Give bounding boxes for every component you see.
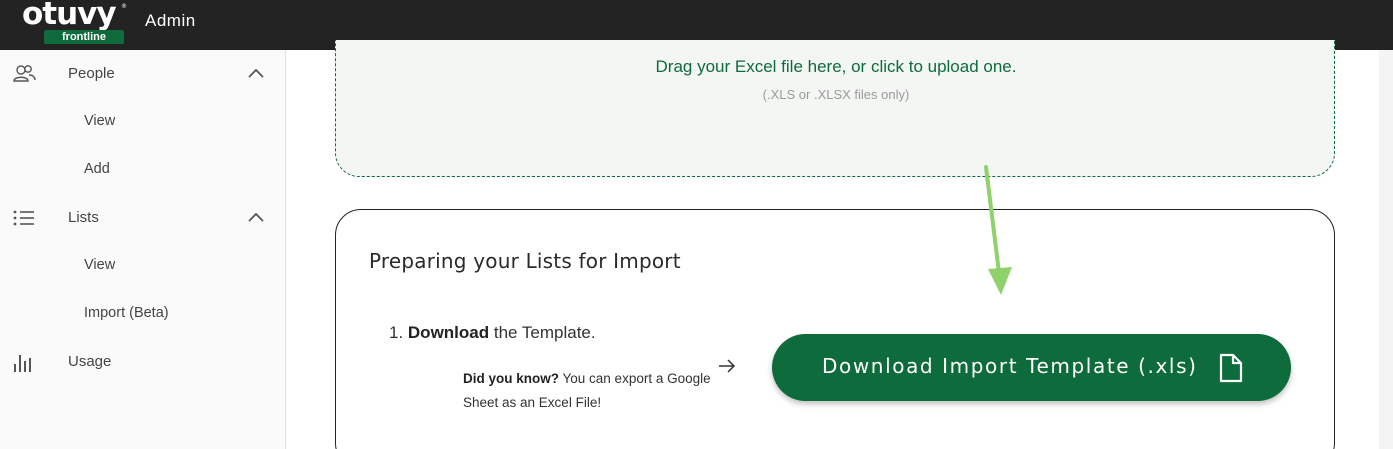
logo-wordmark: otuvy [22,0,117,32]
vertical-scrollbar[interactable] [1379,50,1393,449]
annotation-arrow-icon [984,165,1012,295]
logo-subtitle: frontline [44,30,124,44]
sidebar-item-lists-import[interactable]: Import (Beta) [0,290,285,338]
sidebar-item-usage[interactable]: Usage [0,338,285,386]
otuvy-logo[interactable]: otuvy ® frontline [22,0,127,48]
sidebar-item-lists[interactable]: Lists [0,194,285,242]
sidebar-item-label: Import (Beta) [84,305,169,321]
logo-registered-mark: ® [121,3,127,10]
tip-text: Did you know? You can export a Google Sh… [463,367,713,415]
dropzone-file-types-hint: (.XLS or .XLSX files only) [762,87,910,102]
step-rest: the Template. [489,323,596,342]
bar-chart-icon [14,355,31,372]
list-icon [13,210,34,226]
file-upload-dropzone[interactable]: Drag your Excel file here, or click to u… [335,40,1335,177]
people-icon [13,65,36,82]
sidebar-item-label: View [84,113,116,129]
arrow-right-icon [719,359,736,373]
app-title: Admin [145,11,196,30]
sidebar: People View Add Lists View Import (Beta) [0,50,286,449]
sidebar-item-people-add[interactable]: Add [0,146,285,194]
sidebar-item-label: People [68,65,115,82]
step-number: 1. [389,323,408,342]
tip-bold: Did you know? [463,371,559,386]
download-import-template-button[interactable]: Download Import Template (.xls) [772,334,1291,401]
step-bold: Download [407,323,490,342]
sidebar-item-lists-view[interactable]: View [0,242,285,290]
sidebar-item-label: Lists [68,209,99,226]
sidebar-item-label: Usage [68,353,112,370]
chevron-up-icon[interactable] [246,210,266,224]
step-1-text: 1. Download the Template. [389,323,596,343]
download-button-label: Download Import Template (.xls) [822,354,1198,378]
sidebar-item-people[interactable]: People [0,50,285,98]
chevron-up-icon[interactable] [246,66,266,80]
dropzone-instructions: Drag your Excel file here, or click to u… [655,57,1017,76]
sidebar-item-label: Add [84,161,110,177]
file-icon [1219,353,1243,383]
card-title: Preparing your Lists for Import [369,249,681,273]
sidebar-item-label: View [84,257,116,273]
sidebar-item-people-view[interactable]: View [0,98,285,146]
import-instructions-card: Preparing your Lists for Import 1. Downl… [335,209,1335,449]
